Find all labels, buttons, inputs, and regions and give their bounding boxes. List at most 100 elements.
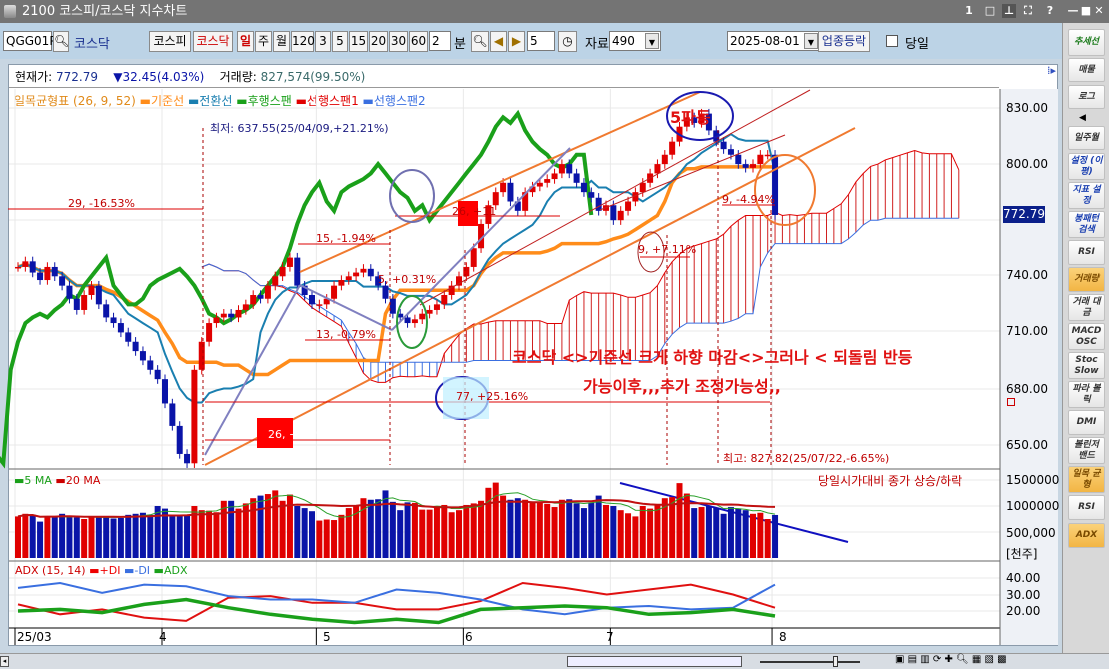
candle [639, 182, 646, 193]
volume-bar [654, 505, 661, 558]
volume-bar [603, 504, 609, 558]
sidebar-macd[interactable]: MACD OSC [1068, 323, 1105, 350]
volume-bar [669, 497, 676, 558]
legend-swatch: ▬ [14, 474, 25, 487]
sidebar-period[interactable]: 일주월 [1068, 126, 1105, 150]
sidebar-rsi-2[interactable]: RSI [1068, 495, 1105, 520]
sidebar-dmi[interactable]: DMI [1068, 410, 1105, 435]
volume-bar [213, 512, 220, 558]
volume-bar [176, 514, 183, 558]
minimize-button[interactable]: — [1066, 4, 1080, 18]
volume-bar [764, 519, 771, 558]
highlight-circle [754, 154, 816, 226]
sidebar-parabolic[interactable]: 파라 볼릭 [1068, 381, 1105, 408]
volume-bar [323, 519, 330, 558]
highlight-circle [389, 169, 435, 223]
volume-bar [81, 519, 88, 558]
sidebar-volume[interactable]: 거래량 [1068, 267, 1105, 292]
candle [139, 351, 146, 361]
horizontal-scrollbar[interactable] [567, 656, 742, 667]
trend-line-purple[interactable] [299, 284, 393, 331]
candle [73, 298, 80, 310]
candle [331, 285, 338, 299]
volume-bar [110, 518, 117, 558]
volume-bar [367, 499, 374, 558]
candle [470, 248, 477, 267]
candle [132, 341, 139, 352]
volume-bar [514, 498, 521, 558]
measure-label: 29, -16.53% [68, 197, 135, 210]
legend-swatch: ▬ [153, 564, 164, 577]
sidebar-stochastic[interactable]: Stoc Slow [1068, 352, 1105, 379]
candle [206, 323, 213, 342]
sidebar-rsi[interactable]: RSI [1068, 240, 1105, 265]
candle [264, 285, 271, 299]
tool-icons[interactable]: ▣ ▤ ▥ ⟳ ✚ 🔍︎ ▦ ▧ ▩ [895, 654, 1007, 665]
volume-bar [727, 507, 734, 558]
measure-label: 9, +7.11% [638, 243, 697, 256]
candle [669, 141, 676, 155]
candle [735, 154, 742, 165]
volume-bar [588, 502, 595, 558]
candle [66, 285, 73, 299]
sidebar-adx[interactable]: ADX [1068, 523, 1105, 548]
price-tick: 650.00 [1006, 438, 1048, 452]
sidebar-ichimoku[interactable]: 일목 균형 [1068, 466, 1105, 493]
candle [316, 304, 323, 306]
volume-bar [169, 515, 176, 558]
sidebar-trendline[interactable]: 추세선 [1068, 29, 1105, 56]
close-button[interactable]: ✕ [1092, 4, 1106, 18]
measure-label: 13, -0.79% [316, 328, 376, 341]
sidebar-indicator-settings[interactable]: 지표 설정 [1068, 182, 1105, 209]
volume-bar [279, 500, 286, 558]
volume-bar [463, 504, 470, 558]
volume-bar [375, 499, 382, 558]
candle [426, 309, 433, 314]
candle [110, 317, 117, 324]
candle [29, 261, 36, 273]
date-tick: 4 [159, 630, 167, 644]
volume-bar [301, 508, 308, 558]
date-tick: 25/03 [17, 630, 52, 644]
zoom-slider[interactable] [760, 661, 860, 663]
volume-bar [544, 503, 551, 558]
volume-downtrend-line[interactable] [619, 482, 849, 543]
volume-tick: 500,000 [1006, 526, 1056, 540]
candle [286, 257, 293, 267]
maximize-button[interactable]: ■ [1079, 4, 1093, 18]
candle [15, 266, 21, 269]
current-price-tag: 772.79 [1003, 206, 1045, 223]
volume-bar [206, 510, 213, 558]
volume-bar [360, 498, 367, 558]
sidebar-pattern-search[interactable]: 봉패턴 검색 [1068, 211, 1105, 238]
volume-bar [448, 512, 455, 558]
trend-line-purple[interactable] [391, 147, 571, 331]
scroll-left-icon[interactable]: ◂ [0, 656, 9, 667]
candle [404, 317, 411, 324]
volume-bar [44, 516, 51, 558]
sidebar-bollinger[interactable]: 볼린저 밴드 [1068, 437, 1105, 464]
candle [51, 266, 58, 277]
adx-tick: 40.00 [1006, 571, 1041, 585]
volume-bar [389, 501, 396, 558]
legend-swatch: ▬ [55, 474, 66, 487]
volume-bar [51, 516, 58, 558]
volume-bar [257, 495, 264, 558]
candle [279, 266, 286, 277]
zoom-slider-handle[interactable] [833, 656, 838, 667]
candle [198, 341, 205, 370]
price-chart[interactable] [0, 0, 1060, 650]
sidebar-trade-value[interactable]: 거래 대금 [1068, 294, 1105, 321]
collapse-arrow-icon[interactable]: ◀ [1079, 113, 1086, 123]
marker-icon [1007, 398, 1015, 406]
candle [742, 164, 749, 168]
candle [419, 313, 426, 320]
volume-bar [235, 508, 242, 558]
volume-bar [154, 506, 161, 558]
sidebar-ma-settings[interactable]: 설정 (이평) [1068, 153, 1105, 180]
sidebar-log[interactable]: 로그 [1068, 85, 1105, 109]
sidebar-volume-profile[interactable]: 매물 [1068, 58, 1105, 82]
volume-bar [470, 503, 477, 558]
volume-bar [198, 510, 205, 558]
legend-ma20: 20 MA [65, 474, 101, 487]
